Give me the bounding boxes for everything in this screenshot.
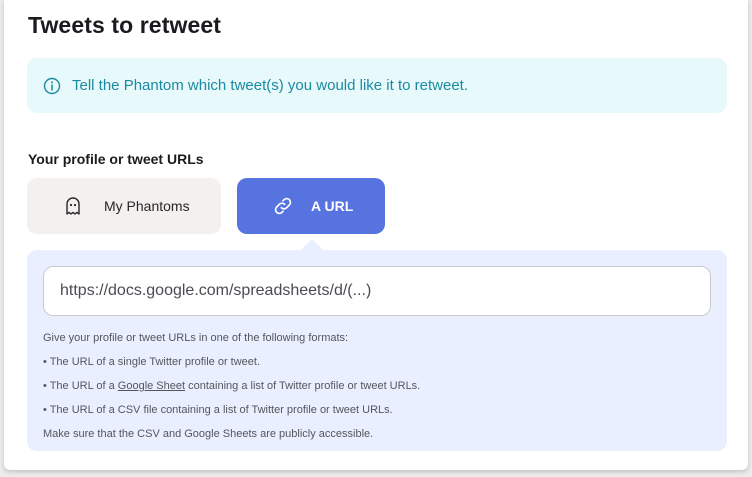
help-format-sheet-prefix: • The URL of a	[43, 380, 118, 392]
selected-option-pointer	[301, 239, 323, 250]
my-phantoms-label: My Phantoms	[104, 198, 190, 214]
info-text: Tell the Phantom which tweet(s) you woul…	[72, 77, 469, 94]
my-phantoms-option[interactable]: My Phantoms	[27, 178, 221, 234]
source-label: Your profile or tweet URLs	[28, 151, 204, 167]
ghost-icon	[63, 196, 83, 216]
a-url-option[interactable]: A URL	[237, 178, 385, 234]
google-sheet-link[interactable]: Google Sheet	[118, 380, 185, 392]
info-banner: Tell the Phantom which tweet(s) you woul…	[27, 58, 727, 113]
help-text: Give your profile or tweet URLs in one o…	[43, 326, 420, 446]
link-icon	[273, 196, 293, 216]
help-note: Make sure that the CSV and Google Sheets…	[43, 428, 374, 440]
help-format-single: • The URL of a single Twitter profile or…	[43, 356, 261, 368]
a-url-label: A URL	[311, 198, 354, 214]
url-panel: Give your profile or tweet URLs in one o…	[27, 250, 727, 451]
help-intro: Give your profile or tweet URLs in one o…	[43, 332, 349, 344]
help-format-sheet: • The URL of a Google Sheet containing a…	[43, 374, 420, 398]
section-title: Tweets to retweet	[28, 12, 221, 38]
help-format-sheet-suffix: containing a list of Twitter profile or …	[185, 380, 421, 392]
retweet-settings-card: Tweets to retweet Tell the Phantom which…	[4, 0, 748, 470]
url-input[interactable]	[43, 266, 711, 316]
info-circle-icon	[43, 77, 61, 95]
help-format-csv: • The URL of a CSV file containing a lis…	[43, 404, 393, 416]
